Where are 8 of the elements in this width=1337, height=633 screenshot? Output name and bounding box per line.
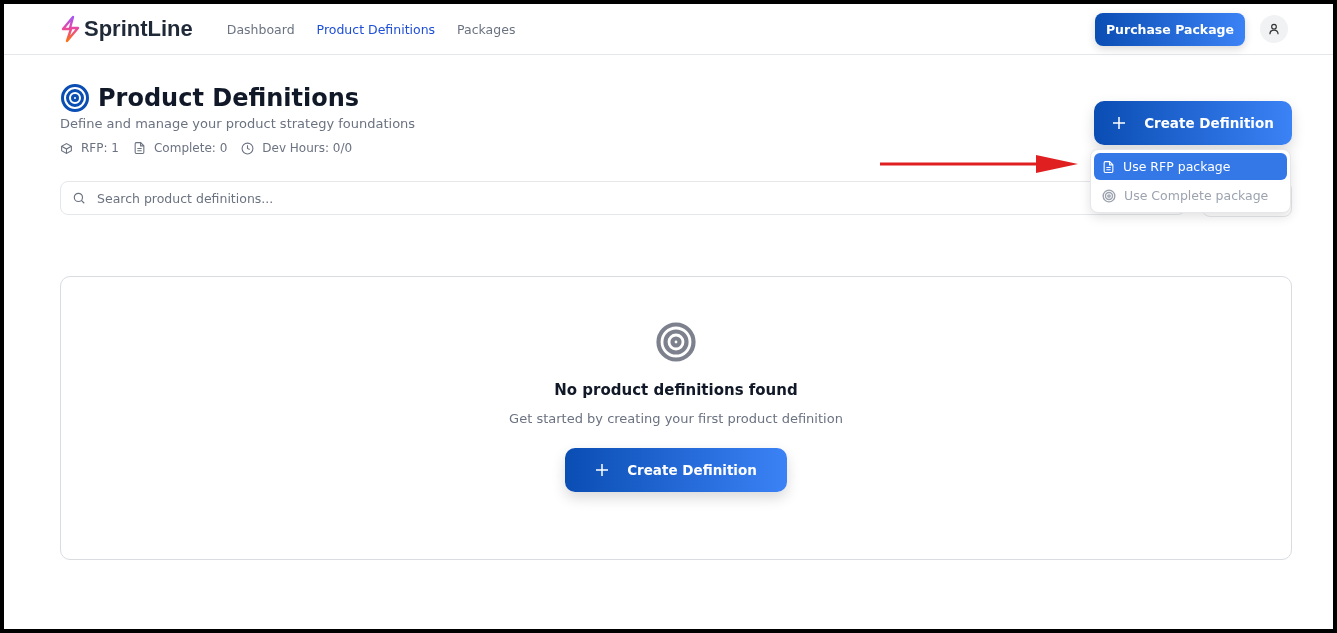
page-subtitle: Define and manage your product strategy foundations: [60, 116, 416, 131]
page-title: Product Definitions: [98, 84, 360, 112]
empty-state-message: Get started by creating your first product definition: [509, 411, 843, 426]
logo-text: SprintLine: [84, 16, 193, 42]
stat-label: Dev Hours: 0/0: [262, 141, 353, 155]
empty-state-title: No product definitions found: [554, 381, 798, 399]
stat-label: RFP: 1: [81, 141, 119, 155]
stat-label: Complete: 0: [153, 141, 228, 155]
